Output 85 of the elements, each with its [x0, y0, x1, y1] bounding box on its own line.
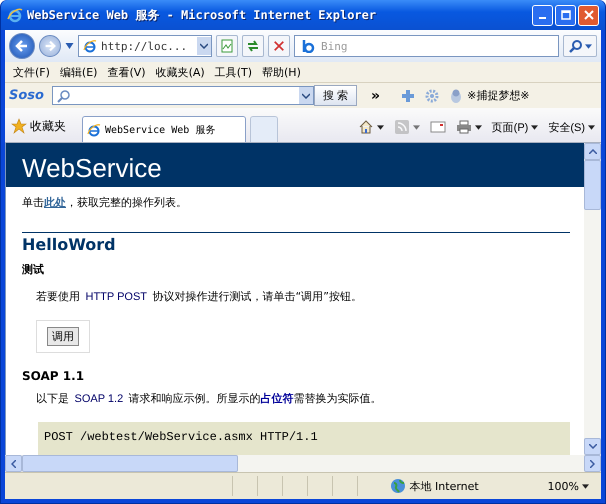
intro-text: 单击此处，获取完整的操作列表。	[22, 195, 188, 210]
security-zone: 本地 Internet	[410, 478, 479, 494]
favorites-button[interactable]: 收藏夹	[9, 112, 68, 140]
dropdown-button[interactable]	[298, 87, 313, 104]
forward-arrow-icon	[43, 39, 57, 53]
scroll-up-button[interactable]	[584, 143, 601, 160]
caret-icon	[412, 124, 420, 130]
command-menu[interactable]: 页面(P)	[490, 120, 540, 134]
page-chart-icon	[220, 39, 234, 53]
search-icon	[56, 88, 71, 102]
tab-label: WebService Web 服务	[105, 124, 216, 136]
refresh-icon	[246, 39, 260, 53]
ie-logo-icon	[7, 7, 23, 23]
plus-icon[interactable]	[400, 88, 416, 104]
back-button[interactable]	[9, 33, 35, 59]
menu-item[interactable]: 查看(V)	[107, 64, 146, 80]
chevron-right-icon	[590, 460, 595, 468]
close-button[interactable]	[578, 4, 599, 26]
overflow-button[interactable]: »	[371, 88, 380, 104]
dropdown-button[interactable]	[197, 37, 211, 55]
maximize-icon	[560, 10, 570, 20]
chevron-down-icon	[588, 444, 596, 449]
menu-item[interactable]: 编辑(E)	[60, 64, 98, 80]
chevron-left-icon	[11, 460, 16, 468]
page-heading: WebService	[22, 153, 162, 183]
back-arrow-icon	[14, 38, 30, 54]
search-field[interactable]	[52, 86, 314, 105]
zoom-level[interactable]: 100%	[548, 480, 589, 492]
caret-icon	[531, 124, 538, 130]
maximize-button[interactable]	[555, 4, 576, 26]
menu-item[interactable]: 收藏夹(A)	[156, 64, 205, 80]
chevron-down-icon	[302, 92, 310, 98]
stop-icon	[273, 40, 285, 52]
caret-icon	[582, 484, 589, 488]
stop-button[interactable]	[268, 35, 290, 57]
link[interactable]: 此处	[44, 196, 66, 209]
invoke-button[interactable]: 调用	[47, 327, 79, 346]
forward-button[interactable]	[39, 35, 61, 57]
search-button[interactable]: 搜 索	[314, 85, 358, 106]
search-button[interactable]	[563, 35, 597, 57]
ie-page-icon	[83, 39, 97, 53]
vertical-scrollbar[interactable]	[584, 143, 601, 455]
caret-icon	[376, 124, 384, 130]
chevron-down-icon	[200, 43, 208, 49]
browser-tab[interactable]: WebService Web 服务	[82, 116, 246, 142]
horizontal-scrollbar[interactable]	[5, 455, 601, 472]
menu-item[interactable]: 工具(T)	[214, 64, 252, 80]
globe-icon	[390, 478, 406, 494]
refresh-button[interactable]	[242, 35, 264, 57]
bing-logo-icon	[301, 39, 315, 53]
section-heading: SOAP 1.1	[22, 369, 86, 383]
printer-icon	[456, 120, 472, 134]
envelope-icon	[430, 121, 446, 133]
description-text: 以下是 SOAP 1.2 请求和响应示例。所显示的占位符需替换为实际值。	[36, 391, 383, 406]
command-menu[interactable]: 安全(S)	[546, 120, 597, 134]
mail-button[interactable]	[428, 121, 448, 133]
soso-logo: Soso	[9, 88, 44, 103]
scroll-right-button[interactable]	[584, 455, 601, 472]
minimize-icon	[539, 17, 546, 19]
address-field[interactable]: http://loc...	[78, 35, 212, 57]
search-icon	[568, 39, 582, 53]
instruction-text: 若要使用 HTTP POST 协议对操作进行测试，请单击“调用”按钮。	[36, 289, 363, 304]
dropdown-icon[interactable]	[65, 43, 74, 49]
menu-item[interactable]: 文件(F)	[13, 64, 50, 80]
scroll-thumb[interactable]	[584, 160, 601, 210]
scroll-down-button[interactable]	[584, 438, 601, 455]
scroll-left-button[interactable]	[5, 455, 22, 472]
caret-icon	[584, 44, 592, 48]
compatibility-button[interactable]	[216, 35, 238, 57]
method-heading: HelloWord	[22, 235, 117, 254]
username[interactable]: ※捕捉梦想※	[467, 88, 530, 103]
minimize-button[interactable]	[532, 4, 553, 26]
window-title: WebService Web 服务 - Microsoft Internet Explorer	[27, 6, 378, 24]
menu-item[interactable]: 帮助(H)	[262, 64, 301, 80]
section-heading: 测试	[22, 262, 45, 277]
ie-page-icon	[87, 122, 101, 136]
star-icon	[11, 118, 27, 134]
house-icon	[358, 119, 374, 135]
scroll-thumb[interactable]	[22, 455, 238, 472]
caret-icon	[474, 124, 482, 130]
code-line: POST /webtest/WebService.asmx HTTP/1.1	[44, 430, 319, 444]
feed-icon	[394, 119, 410, 135]
close-icon	[584, 10, 594, 20]
caret-icon	[588, 124, 595, 130]
chevron-up-icon	[588, 149, 596, 154]
